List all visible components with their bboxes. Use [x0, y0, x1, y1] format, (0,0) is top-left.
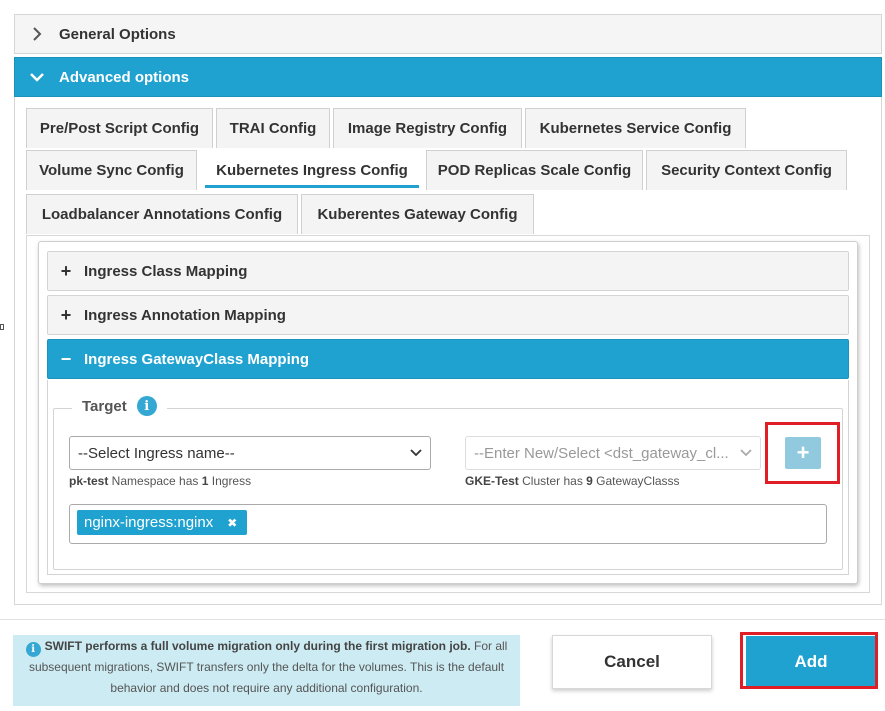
footer-divider	[0, 619, 885, 620]
info-icon: i	[25, 642, 41, 657]
ingress-gatewayclass-mapping-header[interactable]: − Ingress GatewayClass Mapping	[47, 339, 849, 379]
highlight-box	[765, 422, 840, 484]
advanced-options-header[interactable]: Advanced options	[14, 57, 882, 97]
tab-label: Security Context Config	[661, 162, 832, 179]
gatewayclass-count: 9	[586, 474, 593, 488]
remove-tag-icon[interactable]: ✖	[227, 516, 237, 530]
tab-label: TRAI Config	[229, 120, 317, 137]
plus-icon: +	[60, 260, 72, 281]
chevron-down-icon	[740, 446, 752, 463]
tab-kuberentes-gateway-config[interactable]: Kuberentes Gateway Config	[301, 194, 534, 234]
chevron-down-icon	[410, 446, 422, 463]
mapping-tag: nginx-ingress:nginx ✖	[77, 510, 248, 535]
tab-security-context-config[interactable]: Security Context Config	[646, 150, 847, 190]
tab-trai-config[interactable]: TRAI Config	[216, 108, 330, 148]
tab-label: Volume Sync Config	[39, 162, 184, 179]
general-options-header[interactable]: General Options	[14, 14, 882, 54]
edge-marker	[0, 324, 4, 330]
cluster-name: GKE-Test	[465, 474, 519, 488]
tab-pre-post-script-config[interactable]: Pre/Post Script Config	[26, 108, 213, 148]
advanced-options-label: Advanced options	[59, 68, 190, 86]
ingress-name-select[interactable]: --Select Ingress name--	[69, 436, 431, 470]
chevron-right-icon	[15, 27, 59, 41]
target-fieldset	[53, 408, 843, 570]
cancel-button[interactable]: Cancel	[552, 635, 712, 689]
hint-text: Namespace has	[108, 474, 202, 488]
ingress-select-hint: pk-test Namespace has 1 Ingress	[69, 474, 251, 488]
general-options-label: General Options	[59, 25, 176, 43]
info-icon[interactable]: i	[136, 396, 157, 416]
tab-image-registry-config[interactable]: Image Registry Config	[333, 108, 522, 148]
minus-icon: −	[60, 348, 72, 369]
tab-label: POD Replicas Scale Config	[437, 162, 632, 179]
tab-label: Kubernetes Service Config	[539, 120, 732, 137]
tab-kubernetes-service-config[interactable]: Kubernetes Service Config	[525, 108, 746, 148]
note-bold-text: SWIFT performs a full volume migration o…	[44, 639, 471, 653]
migration-info-note: i SWIFT performs a full volume migration …	[13, 635, 520, 706]
accordion-label: Ingress GatewayClass Mapping	[84, 350, 310, 368]
tab-loadbalancer-annotations-config[interactable]: Loadbalancer Annotations Config	[26, 194, 298, 234]
accordion-label: Ingress Annotation Mapping	[84, 306, 286, 324]
hint-text: Ingress	[208, 474, 252, 488]
gateway-select-hint: GKE-Test Cluster has 9 GatewayClasss	[465, 474, 680, 488]
ingress-class-mapping-header[interactable]: + Ingress Class Mapping	[47, 251, 849, 291]
namespace-name: pk-test	[69, 474, 109, 488]
hint-text: GatewayClasss	[592, 474, 680, 488]
hint-text: Cluster has	[518, 474, 587, 488]
plus-icon: +	[60, 304, 72, 325]
tab-label: Kubernetes Ingress Config	[216, 162, 408, 179]
tab-label: Kuberentes Gateway Config	[317, 206, 518, 223]
target-label: Target	[82, 397, 127, 415]
chevron-down-icon	[15, 72, 59, 82]
target-legend: Target i	[72, 396, 167, 416]
tab-kubernetes-ingress-config[interactable]: Kubernetes Ingress Config	[200, 150, 424, 190]
ingress-annotation-mapping-header[interactable]: + Ingress Annotation Mapping	[47, 295, 849, 335]
mapping-tag-label: nginx-ingress:nginx	[84, 514, 214, 531]
highlight-box	[740, 632, 878, 689]
tab-label: Image Registry Config	[347, 120, 508, 137]
tab-label: Loadbalancer Annotations Config	[41, 206, 283, 223]
gateway-select-placeholder: --Enter New/Select <dst_gateway_cl...	[474, 444, 729, 462]
tab-volume-sync-config[interactable]: Volume Sync Config	[26, 150, 197, 190]
tab-pod-replicas-scale-config[interactable]: POD Replicas Scale Config	[426, 150, 643, 190]
gateway-class-select[interactable]: --Enter New/Select <dst_gateway_cl...	[465, 436, 761, 470]
ingress-select-value: --Select Ingress name--	[78, 444, 235, 462]
accordion-label: Ingress Class Mapping	[84, 262, 248, 280]
tab-label: Pre/Post Script Config	[39, 120, 200, 137]
